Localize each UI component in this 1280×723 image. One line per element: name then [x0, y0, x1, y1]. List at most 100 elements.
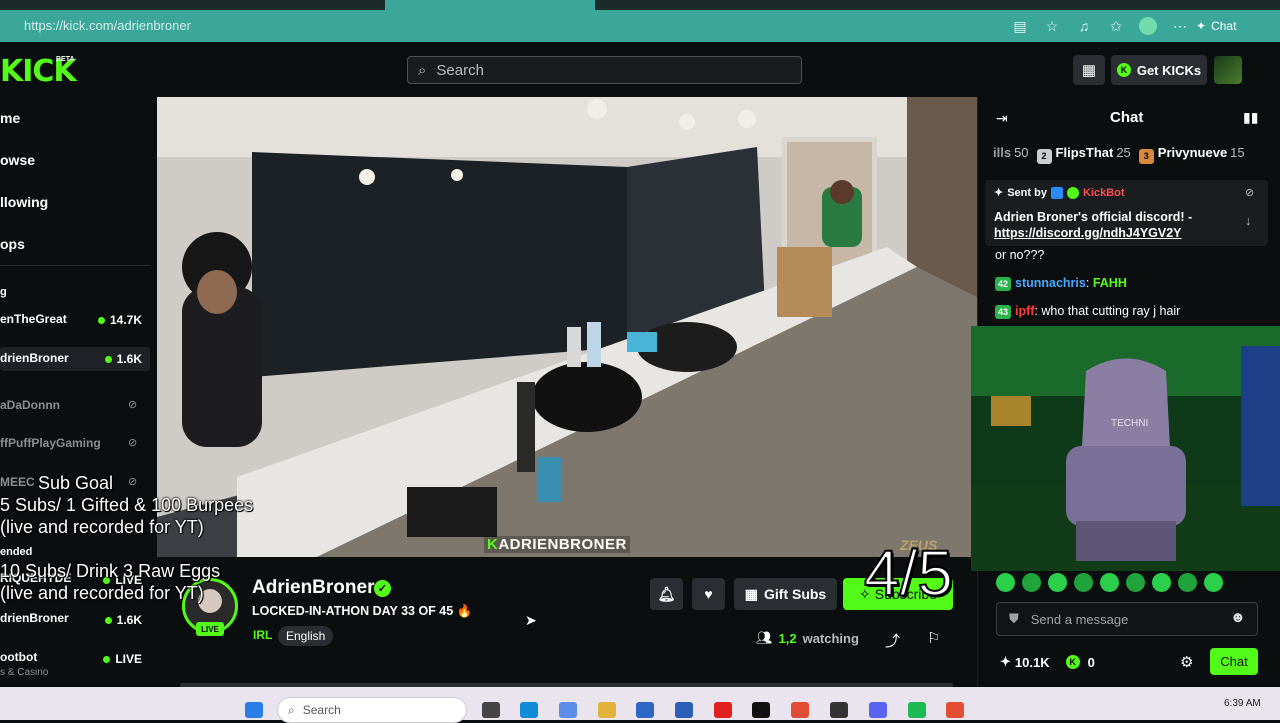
get-kicks-button[interactable]: K Get KICKs: [1111, 55, 1207, 85]
goal-title: Sub Goal: [38, 473, 114, 493]
emoji-icon[interactable]: ☻: [1230, 609, 1246, 626]
profile-icon[interactable]: [1138, 16, 1158, 36]
task-view-icon[interactable]: [482, 702, 500, 718]
chrome-icon[interactable]: [791, 702, 809, 718]
gift-subs-button[interactable]: ▦ Gift Subs: [734, 578, 837, 610]
category-link[interactable]: IRL: [253, 628, 272, 642]
chat-message: 43 ipff: who that cutting ray j hair: [995, 304, 1180, 319]
browser-chat-label: Chat: [1211, 19, 1237, 33]
emote-icon[interactable]: [1152, 573, 1171, 592]
bot-name[interactable]: KickBot: [1083, 187, 1125, 199]
notifications-button[interactable]: 🔔︎: [650, 578, 683, 610]
nav-following[interactable]: llowing: [0, 194, 48, 210]
leaderboard-entry[interactable]: 3 Privynueve 15: [1138, 145, 1245, 165]
send-chat-button[interactable]: Chat: [1210, 648, 1258, 675]
user-avatar[interactable]: [1214, 56, 1242, 84]
live-badge: LIVE: [196, 622, 224, 636]
language-tag[interactable]: English: [278, 626, 334, 646]
rank-2-icon: 2: [1036, 149, 1052, 164]
copilot-icon[interactable]: [559, 702, 577, 718]
favorite-star-icon[interactable]: ☆: [1042, 16, 1062, 36]
viewer-number: 1,2: [778, 630, 797, 646]
edge-icon[interactable]: [520, 702, 538, 718]
kicks-icon: ✦: [1000, 654, 1011, 669]
hide-pin-icon[interactable]: ⊘: [1245, 186, 1254, 199]
app-icon[interactable]: [675, 702, 693, 718]
chat-username[interactable]: stunnachris: [1015, 276, 1086, 290]
chrome-alt-icon[interactable]: [946, 702, 964, 718]
follow-button[interactable]: ♥: [692, 578, 725, 610]
goal-progress: 4/5: [863, 536, 954, 610]
emote-icon[interactable]: [1022, 573, 1041, 592]
url-field[interactable]: https://kick.com/adrienbroner: [8, 14, 998, 38]
emote-icon[interactable]: [1178, 573, 1197, 592]
coin-balance[interactable]: 0: [1088, 655, 1095, 670]
taskbar-search[interactable]: ⌕ Search: [277, 697, 467, 723]
offline-icon: ⊘: [128, 476, 138, 488]
live-dot: [104, 355, 112, 363]
active-tab[interactable]: [385, 0, 595, 10]
sidebar-channel[interactable]: enTheGreat: [0, 312, 67, 326]
taskbar-clock[interactable]: 6:39 AM: [1224, 698, 1261, 709]
report-icon[interactable]: ⚐: [927, 629, 940, 647]
copilot-icon: ✦: [1196, 19, 1207, 33]
chat-users-icon[interactable]: ▮▮: [1243, 109, 1258, 126]
emote-icon[interactable]: [1074, 573, 1093, 592]
emote-icon[interactable]: [1100, 573, 1119, 592]
x-icon[interactable]: [752, 702, 770, 718]
gear-icon[interactable]: ⚙: [1180, 653, 1193, 671]
emote-icon[interactable]: [1126, 573, 1145, 592]
nav-browse[interactable]: owse: [0, 152, 35, 168]
kicks-balance[interactable]: 10.1K: [1015, 655, 1050, 670]
streamer-name[interactable]: AdrienBroner: [252, 577, 374, 599]
spotify-icon[interactable]: [908, 702, 926, 718]
reader-icon[interactable]: ▤: [1010, 16, 1030, 36]
browse-grid-button[interactable]: ▦: [1073, 55, 1105, 85]
expand-pin-icon[interactable]: ↓: [1245, 213, 1252, 228]
viewers-icon: 👥︎: [756, 630, 773, 645]
goal-line: (live and recorded for YT): [0, 517, 204, 537]
favorites-icon[interactable]: ✩: [1106, 16, 1126, 36]
sidebar-channel[interactable]: aDaDonnn: [0, 398, 60, 412]
pinned-header: ✦ Sent by KickBot: [994, 186, 1125, 199]
shield-icon: ⛊: [1009, 611, 1019, 626]
emote-icon[interactable]: [996, 573, 1015, 592]
section-recommended: ended: [0, 546, 33, 558]
emote-icon[interactable]: [1204, 573, 1223, 592]
nav-clips[interactable]: ops: [0, 236, 25, 252]
gift-leaderboard: ills 50 2 FlipsThat 25 3 Privynueve 15: [993, 145, 1273, 165]
rank-3-icon: 3: [1138, 149, 1154, 164]
start-icon[interactable]: [245, 702, 263, 718]
sidebar-channel[interactable]: ootbot: [0, 650, 37, 664]
discord-link[interactable]: https://discord.gg/ndhJ4YGV2Y: [994, 226, 1182, 240]
media-icon[interactable]: ♫: [1074, 16, 1094, 36]
store-icon[interactable]: [636, 702, 654, 718]
nav-home[interactable]: me: [0, 110, 20, 126]
sidebar-channel[interactable]: drienBroner: [0, 611, 69, 625]
beta-badge: BETA: [56, 56, 75, 63]
browser-copilot-button[interactable]: ✦ Chat: [1196, 19, 1236, 33]
video-player[interactable]: [157, 97, 977, 557]
sidebar-channel-selected[interactable]: drienBroner: [0, 351, 69, 365]
more-icon[interactable]: ⋯: [1170, 16, 1190, 36]
share-icon[interactable]: ⤴: [885, 630, 900, 651]
sidebar-channel[interactable]: MEEC: [0, 475, 35, 489]
discord-icon[interactable]: [869, 702, 887, 718]
obs-icon[interactable]: [830, 702, 848, 718]
chat-input[interactable]: ⛊ Send a message: [996, 602, 1258, 636]
stream-title: LOCKED-IN-ATHON DAY 33 OF 45 🔥: [252, 604, 473, 618]
chat-username[interactable]: ipff: [1015, 304, 1034, 318]
coin-icon: K: [1065, 655, 1080, 669]
folder-icon[interactable]: [598, 702, 616, 718]
search-input[interactable]: ⌕ Search: [407, 56, 802, 84]
youtube-icon[interactable]: [714, 702, 732, 718]
leaderboard-entry[interactable]: 2 FlipsThat 25: [1036, 145, 1131, 165]
goal-line: 10 Subs/ Drink 3 Raw Eggs: [0, 561, 221, 581]
level-badge-icon: 42: [995, 277, 1011, 291]
collapse-chat-icon[interactable]: ⇥: [996, 110, 1008, 127]
sidebar-channel[interactable]: ffPuffPlayGaming: [0, 436, 101, 450]
emote-icon[interactable]: [1048, 573, 1067, 592]
emote-bar: [996, 573, 1260, 593]
mouse-cursor-icon: ➤: [525, 612, 537, 628]
leaderboard-entry[interactable]: ills 50: [993, 145, 1029, 165]
